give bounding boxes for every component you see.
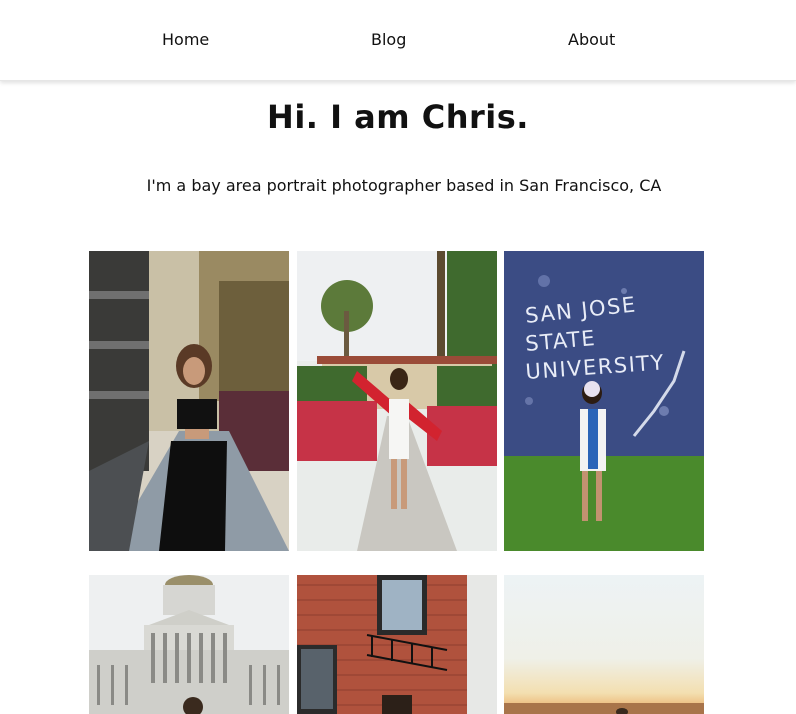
portrait-black-outfit-image [89, 251, 289, 551]
city-hall-image [89, 575, 289, 714]
gallery-photo-6[interactable] [504, 575, 704, 714]
top-navigation: Home Blog About [0, 0, 796, 81]
gallery-photo-2[interactable] [297, 251, 497, 551]
gallery-photo-5[interactable] [297, 575, 497, 714]
portrait-white-dress-image [297, 251, 497, 551]
page-title: Hi. I am Chris. [267, 98, 529, 136]
portrait-sjsu-graduate-image: SAN JOSE STATE UNIVERSITY [504, 251, 704, 551]
gallery-photo-1[interactable] [89, 251, 289, 551]
brick-building-image [297, 575, 497, 714]
gallery-photo-3[interactable]: SAN JOSE STATE UNIVERSITY [504, 251, 704, 551]
sunset-landscape-image [504, 575, 704, 714]
nav-blog-link[interactable]: Blog [371, 30, 406, 49]
gallery-photo-4[interactable] [89, 575, 289, 714]
nav-home-link[interactable]: Home [162, 30, 209, 49]
page-subtitle: I'm a bay area portrait photographer bas… [146, 176, 662, 195]
nav-about-link[interactable]: About [568, 30, 615, 49]
